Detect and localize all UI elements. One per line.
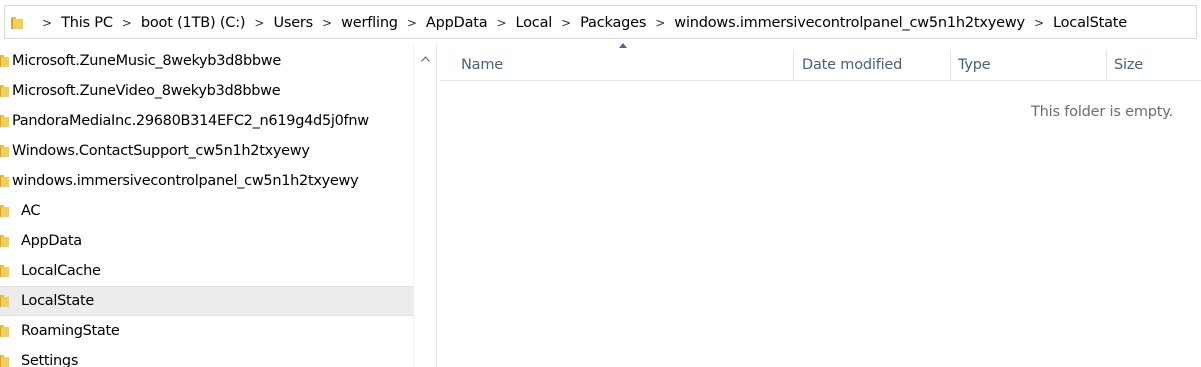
folder-icon <box>0 85 9 97</box>
column-header-date-modified[interactable]: Date modified <box>793 50 950 80</box>
breadcrumb: > This PC > boot (1TB) (C:) > Users > we… <box>11 6 1127 40</box>
nav-item-settings[interactable]: Settings <box>0 346 413 367</box>
navigation-pane: Microsoft.ZuneMusic_8wekyb3d8bbwe Micros… <box>0 44 437 367</box>
column-header-type[interactable]: Type <box>950 50 1106 80</box>
breadcrumb-users[interactable]: Users <box>273 15 313 31</box>
breadcrumb-packages[interactable]: Packages <box>580 15 646 31</box>
chevron-right-icon[interactable]: > <box>1034 17 1044 29</box>
file-list: Name Date modified Type Size This folder… <box>441 43 1201 367</box>
breadcrumb-werfling[interactable]: werfling <box>341 15 398 31</box>
folder-icon <box>0 55 9 67</box>
sort-ascending-icon <box>619 43 627 48</box>
nav-item-label: Microsoft.ZuneMusic_8wekyb3d8bbwe <box>12 53 281 69</box>
folder-icon <box>0 325 9 337</box>
chevron-up-icon <box>420 56 430 62</box>
breadcrumb-localstate[interactable]: LocalState <box>1053 15 1127 31</box>
folder-icon <box>0 145 9 157</box>
nav-item-pandora[interactable]: PandoraMediaInc.29680B314EFC2_n619g4d5j0… <box>0 106 413 136</box>
folder-icon <box>0 265 9 277</box>
nav-item-label: Settings <box>21 353 79 367</box>
chevron-right-icon[interactable]: > <box>254 17 264 29</box>
breadcrumb-immersivecontrolpanel[interactable]: windows.immersivecontrolpanel_cw5n1h2txy… <box>674 15 1025 31</box>
breadcrumb-boot-drive[interactable]: boot (1TB) (C:) <box>141 15 246 31</box>
column-header-size[interactable]: Size <box>1106 50 1201 80</box>
nav-item-label: RoamingState <box>21 323 120 339</box>
nav-item-label: LocalCache <box>21 263 101 279</box>
breadcrumb-appdata[interactable]: AppData <box>426 15 488 31</box>
folder-icon <box>0 175 9 187</box>
chevron-right-icon[interactable]: > <box>42 17 52 29</box>
nav-item-appdata[interactable]: AppData <box>0 226 413 256</box>
chevron-right-icon[interactable]: > <box>655 17 665 29</box>
nav-item-label: PandoraMediaInc.29680B314EFC2_n619g4d5j0… <box>12 113 369 129</box>
nav-item-ac[interactable]: AC <box>0 196 413 226</box>
nav-item-zunemusic[interactable]: Microsoft.ZuneMusic_8wekyb3d8bbwe <box>0 46 413 76</box>
chevron-right-icon[interactable]: > <box>561 17 571 29</box>
nav-item-label: Microsoft.ZuneVideo_8wekyb3d8bbwe <box>12 83 281 99</box>
column-header-name[interactable]: Name <box>441 50 793 80</box>
nav-item-label: AppData <box>21 233 82 249</box>
folder-icon <box>0 235 9 247</box>
breadcrumb-this-pc[interactable]: This PC <box>61 15 113 31</box>
chevron-right-icon[interactable]: > <box>496 17 506 29</box>
nav-item-contactsupport[interactable]: Windows.ContactSupport_cw5n1h2txyewy <box>0 136 413 166</box>
column-header-row: Name Date modified Type Size <box>441 50 1201 81</box>
address-bar[interactable]: > This PC > boot (1TB) (C:) > Users > we… <box>4 5 1197 39</box>
nav-item-localcache[interactable]: LocalCache <box>0 256 413 286</box>
chevron-right-icon[interactable]: > <box>122 17 132 29</box>
nav-item-label: LocalState <box>21 293 94 309</box>
nav-scrollbar[interactable] <box>413 44 437 367</box>
nav-item-label: AC <box>21 203 41 219</box>
nav-item-zunevideo[interactable]: Microsoft.ZuneVideo_8wekyb3d8bbwe <box>0 76 413 106</box>
folder-icon <box>0 295 9 307</box>
folder-icon <box>0 355 9 367</box>
chevron-right-icon[interactable]: > <box>322 17 332 29</box>
scroll-up-button[interactable] <box>414 50 436 68</box>
nav-item-roamingstate[interactable]: RoamingState <box>0 316 413 346</box>
breadcrumb-local[interactable]: Local <box>516 15 553 31</box>
folder-icon <box>0 115 9 127</box>
nav-item-label: windows.immersivecontrolpanel_cw5n1h2txy… <box>12 173 359 189</box>
folder-icon <box>0 205 9 217</box>
empty-folder-message: This folder is empty. <box>1031 104 1173 120</box>
nav-item-label: Windows.ContactSupport_cw5n1h2txyewy <box>12 143 310 159</box>
nav-item-immersivecontrolpanel[interactable]: windows.immersivecontrolpanel_cw5n1h2txy… <box>0 166 413 196</box>
folder-icon <box>11 17 23 29</box>
address-bar-area: > This PC > boot (1TB) (C:) > Users > we… <box>0 0 1201 44</box>
nav-item-localstate[interactable]: LocalState <box>0 286 413 316</box>
chevron-right-icon[interactable]: > <box>407 17 417 29</box>
